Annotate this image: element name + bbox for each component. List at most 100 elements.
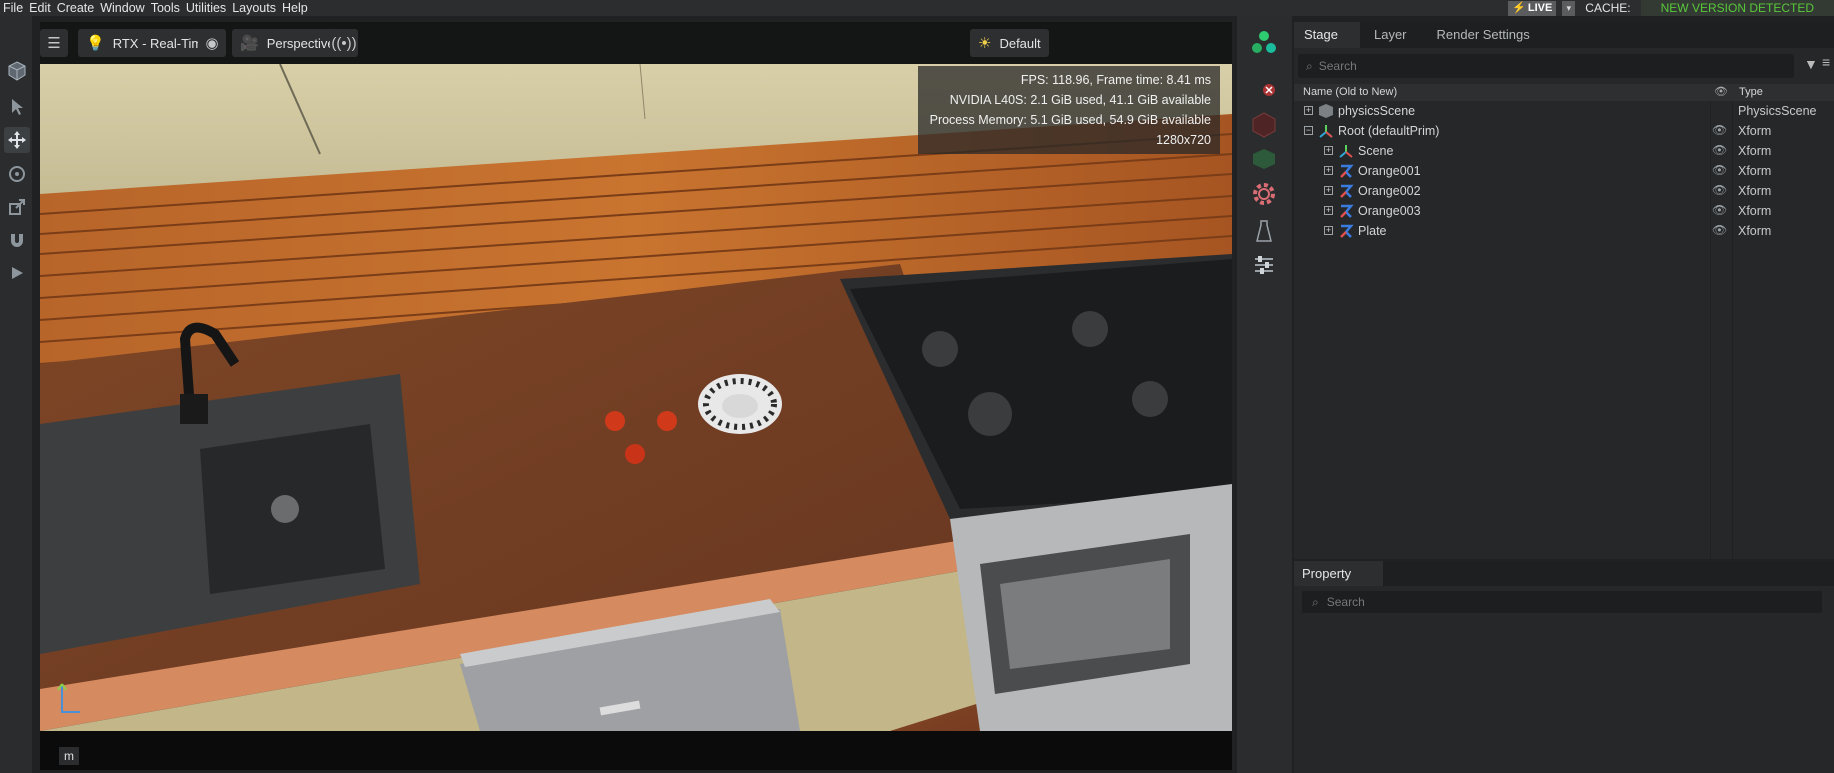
new-version-status[interactable]: NEW VERSION DETECTED [1640, 0, 1834, 16]
physics-scene-icon [1318, 103, 1334, 119]
tree-row-physicsscene[interactable]: + physicsScene PhysicsScene [1294, 101, 1834, 121]
property-search-placeholder: Search [1326, 595, 1365, 609]
tree-item-type: Xform [1738, 164, 1772, 178]
broadcast-icon: ((•)) [331, 34, 357, 52]
hex-red-icon[interactable] [1249, 110, 1279, 140]
expand-plus-icon[interactable]: + [1324, 186, 1333, 195]
viewport-stats-overlay: FPS: 118.96, Frame time: 8.41 ms NVIDIA … [918, 66, 1220, 154]
viewport-toolbar: ☰ 💡 RTX - Real-Time ◉ 🎥 Perspective ((•)… [40, 22, 1232, 64]
visibility-eye-icon[interactable]: 👁 [1712, 123, 1727, 137]
expand-plus-icon[interactable]: + [1324, 166, 1333, 175]
xform-prim-icon [1338, 183, 1354, 199]
play-icon[interactable] [4, 260, 30, 286]
tab-layer[interactable]: Layer [1360, 22, 1417, 48]
expand-plus-icon[interactable]: + [1324, 226, 1333, 235]
gear-icon[interactable] [1249, 179, 1279, 209]
lighting-button[interactable]: ☀ Default [970, 29, 1049, 57]
live-dropdown[interactable]: ▾ [1562, 0, 1576, 16]
xform-axis-icon [1318, 123, 1334, 139]
content-browser-icon[interactable] [1249, 28, 1279, 58]
xform-prim-icon [1338, 223, 1354, 239]
key-hint-badge: m [59, 747, 79, 765]
property-search-input[interactable]: ⌕ Search [1302, 591, 1822, 613]
stage-column-header: Name (Old to New) 👁 Type [1294, 84, 1834, 101]
fps-readout: FPS: 118.96, Frame time: 8.41 ms [1020, 73, 1211, 87]
settings-sliders-button[interactable]: ☰ [40, 29, 68, 57]
tree-row-orange002[interactable]: + Orange002 👁 Xform [1294, 181, 1834, 201]
xform-prim-icon [1338, 163, 1354, 179]
visibility-eye-icon[interactable]: 👁 [1712, 143, 1727, 157]
tree-item-type: Xform [1738, 184, 1772, 198]
tree-row-scene[interactable]: + Scene 👁 Xform [1294, 141, 1834, 161]
visibility-eye-icon[interactable]: 👁 [1712, 203, 1727, 217]
property-panel: Property ⌕ Search [1294, 561, 1834, 773]
tree-item-label: physicsScene [1338, 104, 1416, 118]
visibility-eye-icon[interactable]: 👁 [1712, 163, 1727, 177]
tree-item-label: Orange002 [1358, 184, 1421, 198]
menu-file[interactable]: File [0, 0, 26, 16]
expand-plus-icon[interactable]: + [1324, 206, 1333, 215]
tree-row-plate[interactable]: + Plate 👁 Xform [1294, 221, 1834, 241]
menu-bar: File Edit Create Window Tools Utilities … [0, 0, 1834, 16]
snap-magnet-icon[interactable] [4, 227, 30, 253]
hamburger-menu-icon[interactable]: ≡ [1822, 54, 1830, 70]
camera-label: Perspective [266, 35, 335, 51]
gpu-memory-readout: NVIDIA L40S: 2.1 GiB used, 41.1 GiB avai… [949, 93, 1211, 107]
column-name-header[interactable]: Name (Old to New) [1303, 86, 1397, 98]
scale-tool-icon[interactable] [4, 194, 30, 220]
tree-row-orange001[interactable]: + Orange001 👁 Xform [1294, 161, 1834, 181]
move-tool-icon[interactable] [4, 127, 30, 153]
tree-row-root[interactable]: − Root (defaultPrim) 👁 Xform [1294, 121, 1834, 141]
visibility-eye-icon[interactable]: 👁 [1712, 223, 1727, 237]
collapse-minus-icon[interactable]: − [1304, 126, 1313, 135]
tab-property[interactable]: Property [1294, 561, 1384, 586]
lightning-icon: ⚡ [1512, 1, 1526, 14]
sliders-icon[interactable] [1249, 250, 1279, 280]
cube-green-icon[interactable] [1249, 144, 1279, 174]
tree-item-type: PhysicsScene [1738, 104, 1817, 118]
stage-search-input[interactable]: ⌕ Search [1298, 54, 1794, 78]
column-visibility-eye-icon[interactable]: 👁 [1714, 85, 1728, 98]
weight-icon[interactable] [1249, 216, 1279, 246]
tree-item-label: Orange003 [1358, 204, 1421, 218]
expand-plus-icon[interactable]: + [1324, 146, 1333, 155]
lighting-label: Default [999, 35, 1041, 51]
menu-utilities[interactable]: Utilities [183, 0, 229, 16]
camera-icon: 🎥 [240, 35, 259, 52]
select-arrow-icon[interactable] [4, 94, 30, 120]
live-button[interactable]: ⚡ LIVE [1508, 0, 1557, 16]
left-toolbar [0, 16, 32, 773]
eye-icon: ◉ [205, 35, 219, 52]
kitchen-scene-render[interactable] [40, 64, 1232, 731]
menu-tools[interactable]: Tools [148, 0, 183, 16]
renderer-button[interactable]: 💡 RTX - Real-Time [78, 29, 218, 57]
stage-tree: + physicsScene PhysicsScene − Root (defa… [1294, 101, 1834, 241]
tree-item-type: Xform [1738, 224, 1772, 238]
close-x-icon[interactable] [1261, 82, 1277, 98]
tree-row-orange003[interactable]: + Orange003 👁 Xform [1294, 201, 1834, 221]
tab-render-settings[interactable]: Render Settings [1417, 22, 1540, 48]
xform-axis-icon [1338, 143, 1354, 159]
viewport-bottom-bar: m [40, 731, 1232, 770]
expand-plus-icon[interactable]: + [1304, 106, 1313, 115]
tree-item-label: Orange001 [1358, 164, 1421, 178]
broadcast-button[interactable]: ((•)) [330, 29, 358, 57]
cube-select-icon[interactable] [4, 58, 30, 84]
tab-stage[interactable]: Stage [1294, 22, 1360, 48]
menu-edit[interactable]: Edit [26, 0, 54, 16]
menu-create[interactable]: Create [54, 0, 98, 16]
sun-icon: ☀ [978, 35, 992, 52]
xform-prim-icon [1338, 203, 1354, 219]
tree-item-type: Xform [1738, 204, 1772, 218]
rotate-tool-icon[interactable] [4, 161, 30, 187]
menu-window[interactable]: Window [97, 0, 147, 16]
viewport[interactable]: ☰ 💡 RTX - Real-Time ◉ 🎥 Perspective ((•)… [40, 22, 1232, 770]
camera-button[interactable]: 🎥 Perspective [232, 29, 343, 57]
visibility-button[interactable]: ◉ [198, 29, 226, 57]
menu-help[interactable]: Help [279, 0, 311, 16]
visibility-eye-icon[interactable]: 👁 [1712, 183, 1727, 197]
filter-icon[interactable]: ▼ [1804, 56, 1818, 72]
menu-layouts[interactable]: Layouts [229, 0, 279, 16]
column-type-header[interactable]: Type [1739, 86, 1763, 98]
tree-item-type: Xform [1738, 144, 1772, 158]
